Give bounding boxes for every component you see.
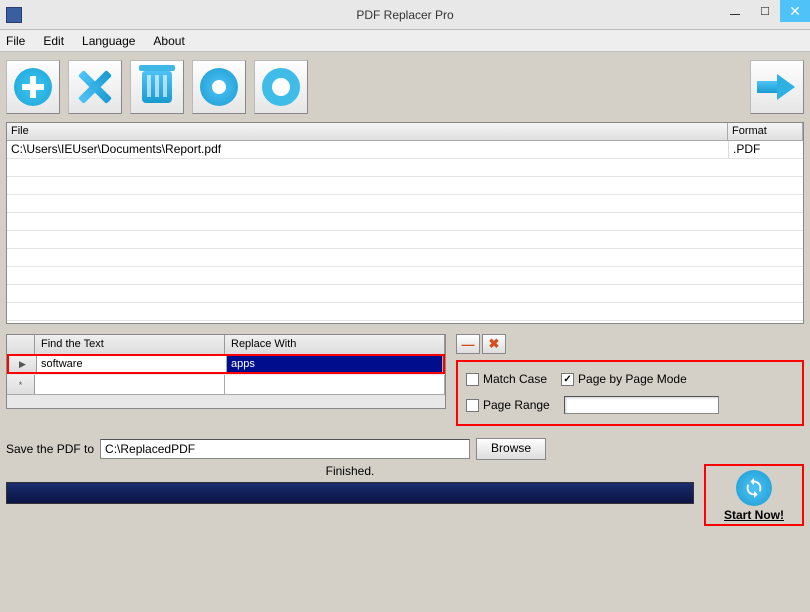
options-panel: Match Case Page by Page Mode Page Range xyxy=(456,360,804,426)
browse-button[interactable]: Browse xyxy=(476,438,546,460)
progress-bar xyxy=(6,482,694,504)
menu-file[interactable]: File xyxy=(6,34,25,48)
col-replace[interactable]: Replace With xyxy=(225,335,445,354)
col-file[interactable]: File xyxy=(7,123,728,140)
settings-button[interactable] xyxy=(192,60,246,114)
file-format-cell: .PDF xyxy=(728,141,803,159)
replace-cell[interactable]: apps xyxy=(227,356,443,372)
start-label: Start Now! xyxy=(724,508,784,522)
x-icon xyxy=(78,70,112,104)
checkbox-checked-icon xyxy=(561,373,574,386)
plus-icon xyxy=(14,68,52,106)
match-case-checkbox[interactable]: Match Case xyxy=(466,372,547,386)
status-label: Finished. xyxy=(6,464,694,478)
replace-grid[interactable]: Find the Text Replace With ▶ software ap… xyxy=(6,334,446,409)
clear-button[interactable] xyxy=(130,60,184,114)
window-controls: ☐ ✕ xyxy=(720,0,810,22)
file-list-header: File Format xyxy=(7,123,803,141)
close-button[interactable]: ✕ xyxy=(780,0,810,22)
gear-icon xyxy=(200,68,238,106)
row-indicator-icon: ▶ xyxy=(9,356,37,372)
file-path-cell: C:\Users\IEUser\Documents\Report.pdf xyxy=(7,141,728,159)
page-by-page-checkbox[interactable]: Page by Page Mode xyxy=(561,372,687,386)
file-list[interactable]: File Format C:\Users\IEUser\Documents\Re… xyxy=(6,122,804,324)
col-find[interactable]: Find the Text xyxy=(35,335,225,354)
find-cell-empty[interactable] xyxy=(35,375,225,394)
page-by-page-label: Page by Page Mode xyxy=(578,372,687,386)
remove-row-button[interactable]: — xyxy=(456,334,480,354)
replace-grid-header: Find the Text Replace With xyxy=(7,335,445,355)
menu-edit[interactable]: Edit xyxy=(43,34,64,48)
menu-about[interactable]: About xyxy=(153,34,184,48)
refresh-icon xyxy=(736,470,772,506)
arrow-right-icon xyxy=(757,76,797,98)
menu-language[interactable]: Language xyxy=(82,34,135,48)
page-range-input[interactable] xyxy=(564,396,719,414)
checkbox-icon xyxy=(466,373,479,386)
remove-button[interactable] xyxy=(68,60,122,114)
mini-toolbar: — ✖ xyxy=(456,334,804,354)
replace-row[interactable]: ▶ software apps xyxy=(7,354,445,374)
checkbox-icon xyxy=(466,399,479,412)
help-button[interactable] xyxy=(254,60,308,114)
app-icon xyxy=(6,7,22,23)
match-case-label: Match Case xyxy=(483,372,547,386)
row-new-icon: * xyxy=(7,375,35,394)
trash-icon xyxy=(142,71,172,103)
find-cell[interactable]: software xyxy=(37,356,227,372)
clear-rows-button[interactable]: ✖ xyxy=(482,334,506,354)
start-button[interactable]: Start Now! xyxy=(704,464,804,526)
save-path-input[interactable]: C:\ReplacedPDF xyxy=(100,439,470,459)
add-button[interactable] xyxy=(6,60,60,114)
save-label: Save the PDF to xyxy=(6,442,94,456)
window-title: PDF Replacer Pro xyxy=(356,8,453,22)
maximize-button[interactable]: ☐ xyxy=(750,0,780,22)
page-range-label: Page Range xyxy=(483,398,550,412)
lifebuoy-icon xyxy=(262,68,300,106)
titlebar: PDF Replacer Pro ☐ ✕ xyxy=(0,0,810,30)
page-range-checkbox[interactable]: Page Range xyxy=(466,398,550,412)
col-format[interactable]: Format xyxy=(728,123,803,140)
replace-row-new[interactable]: * xyxy=(7,375,445,395)
minimize-button[interactable] xyxy=(720,0,750,22)
toolbar xyxy=(0,52,810,122)
file-row[interactable]: C:\Users\IEUser\Documents\Report.pdf .PD… xyxy=(7,141,803,159)
run-button[interactable] xyxy=(750,60,804,114)
replace-cell-empty[interactable] xyxy=(225,375,445,394)
menubar: File Edit Language About xyxy=(0,30,810,52)
